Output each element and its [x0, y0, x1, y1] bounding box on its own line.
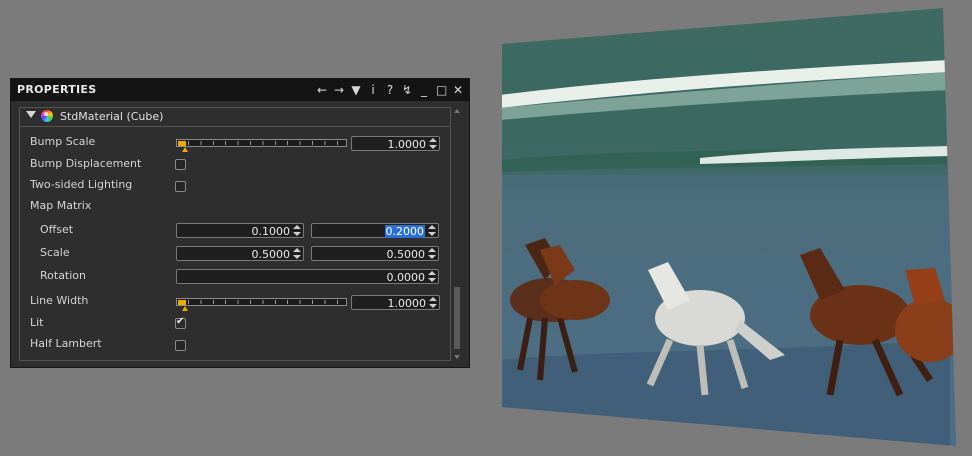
spinner-icon[interactable] [428, 225, 436, 236]
bump-scale-label: Bump Scale [30, 135, 96, 148]
maximize-icon[interactable]: □ [436, 82, 447, 98]
bump-scale-slider-thumb[interactable] [182, 147, 188, 152]
properties-panel: PROPERTIES ← → ▼ i ? ↯ _ □ ✕ StdMaterial… [10, 78, 470, 368]
line-width-slider-thumb[interactable] [182, 306, 188, 311]
rotation-label: Rotation [40, 269, 87, 282]
spinner-icon[interactable] [428, 248, 436, 259]
checkmark-icon: ✔ [176, 316, 185, 327]
bump-scale-field[interactable]: 1.0000 [351, 136, 440, 151]
line-width-field[interactable]: 1.0000 [351, 295, 440, 310]
half-lambert-label: Half Lambert [30, 337, 102, 350]
panel-titlebar[interactable]: PROPERTIES ← → ▼ i ? ↯ _ □ ✕ [11, 79, 469, 101]
line-width-slider[interactable] [176, 295, 347, 311]
scale-x-field[interactable]: 0.5000 [176, 246, 304, 261]
bump-displacement-label: Bump Displacement [30, 157, 142, 170]
minimize-icon[interactable]: _ [419, 82, 429, 98]
section-title: StdMaterial (Cube) [60, 110, 164, 123]
line-width-slider-fill [178, 300, 186, 305]
spinner-icon[interactable] [293, 225, 301, 236]
close-icon[interactable]: ✕ [453, 82, 463, 98]
pin-icon[interactable]: ↯ [402, 82, 412, 98]
scroll-down-icon[interactable] [454, 355, 460, 359]
info-icon[interactable]: i [368, 82, 378, 98]
two-sided-lighting-label: Two-sided Lighting [30, 178, 133, 191]
bump-displacement-checkbox[interactable] [175, 159, 186, 170]
panel-title: PROPERTIES [17, 83, 97, 96]
horses-texture-image [502, 8, 956, 446]
dropdown-icon[interactable]: ▼ [351, 82, 361, 98]
lit-label: Lit [30, 316, 44, 329]
panel-scrollbar[interactable] [452, 107, 462, 361]
spinner-icon[interactable] [428, 271, 436, 282]
scale-label: Scale [40, 246, 70, 259]
properties-content: StdMaterial (Cube) Bump Scale 1.0000 Bum… [19, 107, 451, 361]
material-section-header[interactable]: StdMaterial (Cube) [20, 108, 450, 127]
material-ball-icon [41, 110, 53, 122]
line-width-label: Line Width [30, 294, 89, 307]
arrow-left-icon[interactable]: ← [317, 82, 327, 98]
offset-y-field[interactable]: 0.2000 [311, 223, 439, 238]
scale-y-field[interactable]: 0.5000 [311, 246, 439, 261]
lit-checkbox[interactable]: ✔ [175, 316, 186, 329]
map-matrix-label: Map Matrix [30, 199, 92, 212]
scroll-up-icon[interactable] [454, 109, 460, 113]
offset-x-field[interactable]: 0.1000 [176, 223, 304, 238]
arrow-right-icon[interactable]: → [334, 82, 344, 98]
spinner-icon[interactable] [429, 297, 437, 308]
spinner-icon[interactable] [293, 248, 301, 259]
bump-scale-slider-fill [178, 141, 186, 146]
half-lambert-checkbox[interactable] [175, 340, 186, 351]
offset-y-selected-text: 0.2000 [384, 225, 425, 238]
spinner-icon[interactable] [429, 138, 437, 149]
collapse-triangle-icon[interactable] [26, 111, 36, 118]
offset-label: Offset [40, 223, 74, 236]
two-sided-lighting-checkbox[interactable] [175, 181, 186, 192]
rotation-field[interactable]: 0.0000 [176, 269, 439, 284]
scrollbar-thumb[interactable] [454, 287, 460, 349]
bump-scale-slider[interactable] [176, 136, 347, 152]
help-icon[interactable]: ? [385, 82, 395, 98]
